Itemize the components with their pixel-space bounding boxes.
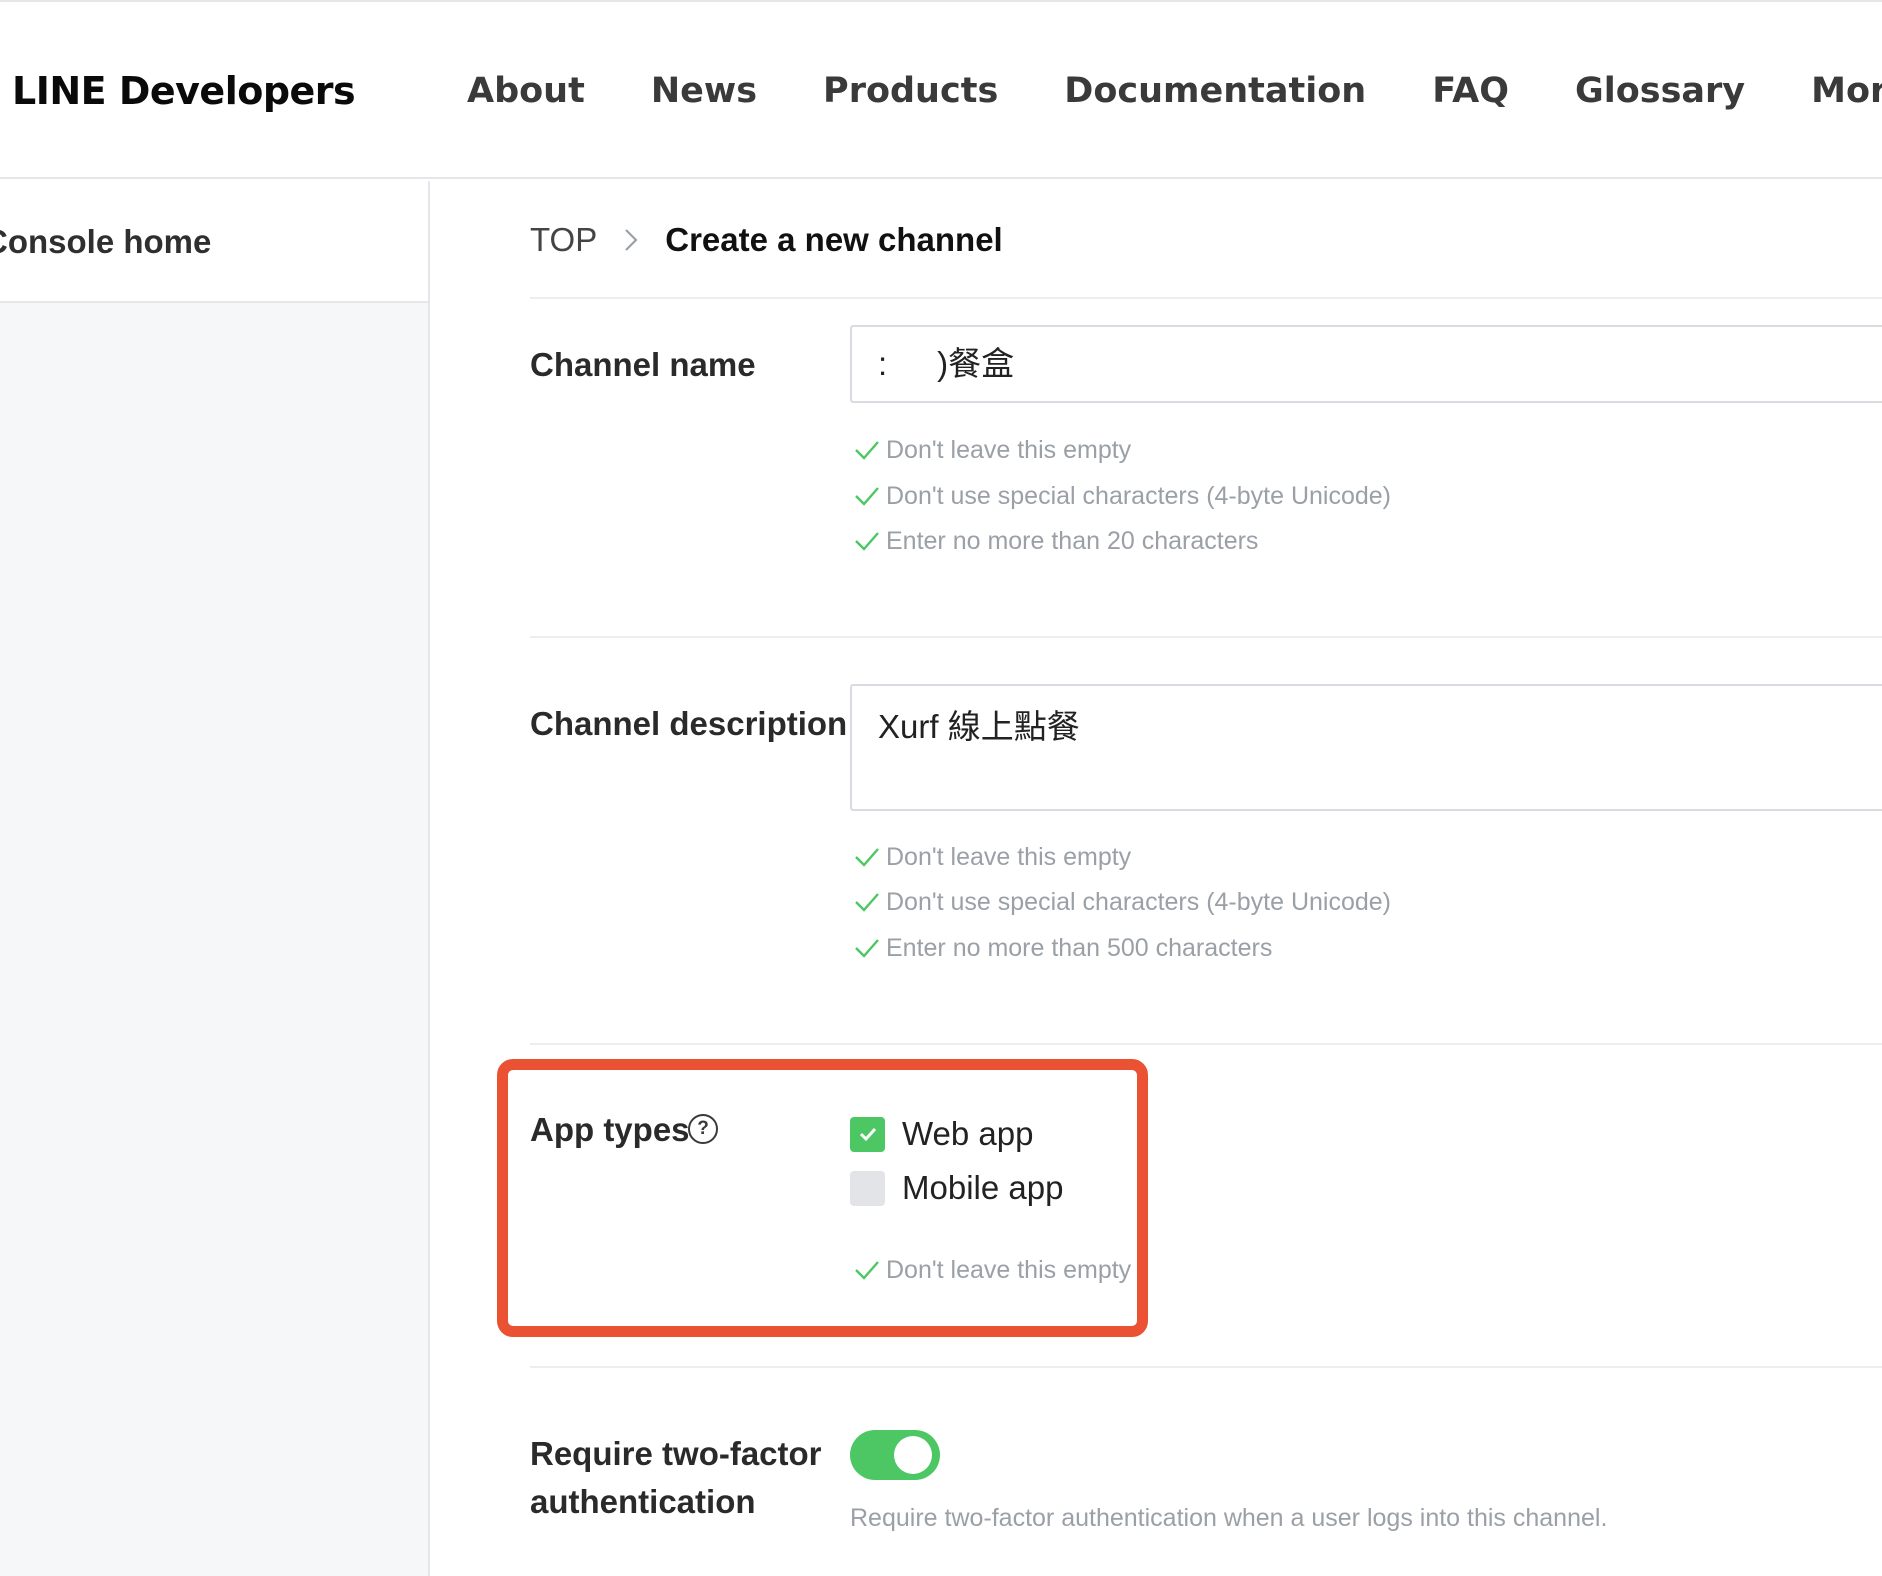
check-icon: [854, 845, 879, 869]
check-icon: [854, 890, 879, 914]
divider: [530, 636, 1882, 638]
validation-rule: Don't use special characters (4-byte Uni…: [854, 477, 1391, 515]
nav-products[interactable]: Products: [823, 66, 998, 116]
validation-rule: Don't use special characters (4-byte Uni…: [854, 883, 1391, 921]
line-developers-logo[interactable]: LINE Developers: [12, 66, 356, 116]
breadcrumb: TOP Create a new channel: [530, 218, 1003, 262]
channel-name-label: Channel name: [530, 346, 756, 383]
nav-about[interactable]: About: [467, 66, 585, 116]
highlight-box: [497, 1059, 1148, 1337]
divider: [530, 1366, 1882, 1368]
channel-description-textarea[interactable]: Xurf 線上點餐: [850, 684, 1882, 811]
validation-rule: Enter no more than 500 characters: [854, 929, 1272, 967]
divider: [530, 297, 1882, 299]
site-header: LINE Developers About News Products Docu…: [0, 2, 1882, 179]
channel-description-label: Channel description: [530, 705, 848, 742]
nav-news[interactable]: News: [651, 66, 757, 116]
check-icon: [854, 484, 879, 508]
check-icon: [854, 438, 879, 462]
nav-faq[interactable]: FAQ: [1432, 66, 1509, 116]
sidebar-item-label: Console home: [0, 223, 212, 260]
channel-name-input[interactable]: :)餐盒: [850, 325, 1882, 403]
check-icon: [854, 936, 879, 960]
channel-description-value: Xurf 線上點餐: [878, 708, 1080, 745]
check-icon: [854, 529, 879, 553]
chevron-right-icon: [623, 227, 639, 253]
channel-name-value: :)餐盒: [878, 345, 1015, 382]
divider: [530, 1043, 1882, 1045]
nav-glossary[interactable]: Glossary: [1575, 66, 1745, 116]
toggle-knob: [894, 1436, 932, 1474]
breadcrumb-top-link[interactable]: TOP: [530, 221, 597, 259]
nav-more[interactable]: More: [1811, 66, 1882, 116]
page: LINE Developers About News Products Docu…: [0, 0, 1882, 1576]
sidebar: Console home: [0, 181, 430, 1576]
two-factor-label: Require two-factor authentication: [530, 1435, 822, 1520]
validation-rule: Don't leave this empty: [854, 838, 1131, 876]
nav-documentation[interactable]: Documentation: [1064, 66, 1366, 116]
page-title: Create a new channel: [665, 221, 1003, 258]
two-factor-toggle[interactable]: [850, 1430, 940, 1480]
validation-rule: Don't leave this empty: [854, 431, 1131, 469]
main-nav: About News Products Documentation FAQ Gl…: [467, 66, 1882, 116]
validation-rule: Enter no more than 20 characters: [854, 522, 1258, 560]
sidebar-item-console-home[interactable]: Console home: [0, 181, 428, 303]
two-factor-description: Require two-factor authentication when a…: [850, 1504, 1608, 1532]
